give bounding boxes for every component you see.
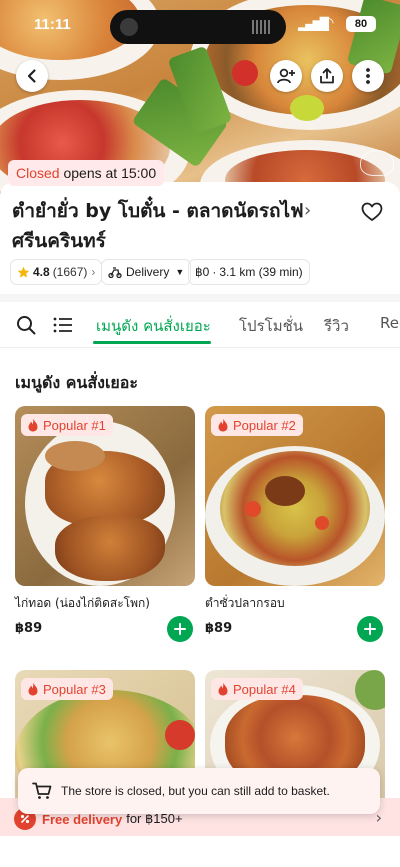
rating-count: (1667) <box>52 265 88 279</box>
group-order-button[interactable] <box>270 60 302 92</box>
island-avatar <box>120 18 138 36</box>
back-icon <box>27 69 36 83</box>
home-indicator-area <box>0 836 400 867</box>
list-icon <box>53 317 72 333</box>
delivery-distance: 3.1 km (39 min) <box>219 265 303 279</box>
separator-dot: · <box>212 265 217 279</box>
heart-icon <box>361 202 383 221</box>
menu-item-card[interactable]: Popular #1 ไก่ทอด (น่องไก่ติดสะโพก) ฿89 <box>15 406 195 646</box>
tab-popular[interactable]: เมนูดัง คนสั่งเยอะ <box>96 314 211 338</box>
section-title: เมนูดัง คนสั่งเยอะ <box>15 373 138 392</box>
menu-item-card[interactable]: Popular #2 ตำซั่วปลากรอบ ฿89 <box>205 406 385 646</box>
menu-item-price: ฿89 <box>205 621 233 636</box>
chevron-right-icon[interactable]: › <box>304 200 311 221</box>
status-time: 11:11 <box>34 16 71 33</box>
group-order-icon <box>277 68 295 84</box>
delivery-mode-select[interactable]: Delivery ▼ <box>101 259 192 285</box>
store-name[interactable]: ตำยำยั่ว by โบตั๋น - ตลาดนัดรถไฟ ศรีนคริ… <box>12 196 322 256</box>
share-button[interactable] <box>311 60 343 92</box>
popular-rank: Popular #4 <box>233 681 296 697</box>
plus-icon <box>364 623 376 635</box>
popular-rank: Popular #1 <box>43 417 106 433</box>
popular-badge: Popular #1 <box>21 414 113 436</box>
island-audio-wave-icon <box>252 20 272 34</box>
popular-rank: Popular #2 <box>233 417 296 433</box>
battery-indicator: 80 <box>346 16 376 32</box>
rating-chip[interactable]: 4.8 (1667) › <box>10 259 103 285</box>
status-opens-text: opens at 15:00 <box>63 165 157 181</box>
section-divider <box>0 294 400 302</box>
award-badge-icon <box>360 150 394 176</box>
share-icon <box>320 68 334 84</box>
delivery-mode-label: Delivery <box>126 265 170 279</box>
add-to-basket-button[interactable] <box>167 616 193 642</box>
fire-icon <box>28 682 38 696</box>
delivery-icon <box>108 267 122 278</box>
wifi-icon: ◠ <box>322 15 335 31</box>
more-options-button[interactable] <box>352 60 384 92</box>
menu-categories-button[interactable] <box>52 314 74 336</box>
popular-badge: Popular #4 <box>211 678 303 700</box>
favorite-button[interactable] <box>358 198 386 226</box>
menu-item-name: ตำซั่วปลากรอบ <box>205 596 285 610</box>
menu-item-price: ฿89 <box>15 621 43 636</box>
store-status-tag: Closed opens at 15:00 <box>8 160 165 186</box>
delivery-info-chip: ฿0 · 3.1 km (39 min) <box>188 259 310 285</box>
popular-badge: Popular #2 <box>211 414 303 436</box>
tab-promotions[interactable]: โปรโมชั่น <box>239 314 303 338</box>
fire-icon <box>28 418 38 432</box>
rating-value: 4.8 <box>33 265 50 279</box>
status-closed-text: Closed <box>16 165 60 181</box>
basket-icon <box>32 782 52 799</box>
star-icon <box>17 266 30 278</box>
popular-rank: Popular #3 <box>43 681 106 697</box>
status-bar: 11:11 ▂▄▆█ ◠ 80 <box>0 0 400 50</box>
search-icon <box>17 316 36 335</box>
active-tab-indicator <box>93 341 211 344</box>
store-closed-toast: The store is closed, but you can still a… <box>18 768 380 814</box>
chevron-down-icon: ▼ <box>175 267 185 277</box>
fire-icon <box>218 418 228 432</box>
fire-icon <box>218 682 228 696</box>
menu-search-button[interactable] <box>15 314 37 336</box>
rating-chevron-icon: › <box>91 265 96 279</box>
plus-icon <box>174 623 186 635</box>
add-to-basket-button[interactable] <box>357 616 383 642</box>
more-icon <box>366 68 370 84</box>
popular-badge: Popular #3 <box>21 678 113 700</box>
menu-item-name: ไก่ทอด (น่องไก่ติดสะโพก) <box>15 596 150 610</box>
dynamic-island <box>110 10 286 44</box>
tab-reviews[interactable]: รีวิว <box>324 314 349 338</box>
toast-message: The store is closed, but you can still a… <box>61 784 330 798</box>
back-button[interactable] <box>16 60 48 92</box>
delivery-fee: ฿0 <box>195 265 210 279</box>
tab-recommended[interactable]: Rec <box>380 314 400 332</box>
